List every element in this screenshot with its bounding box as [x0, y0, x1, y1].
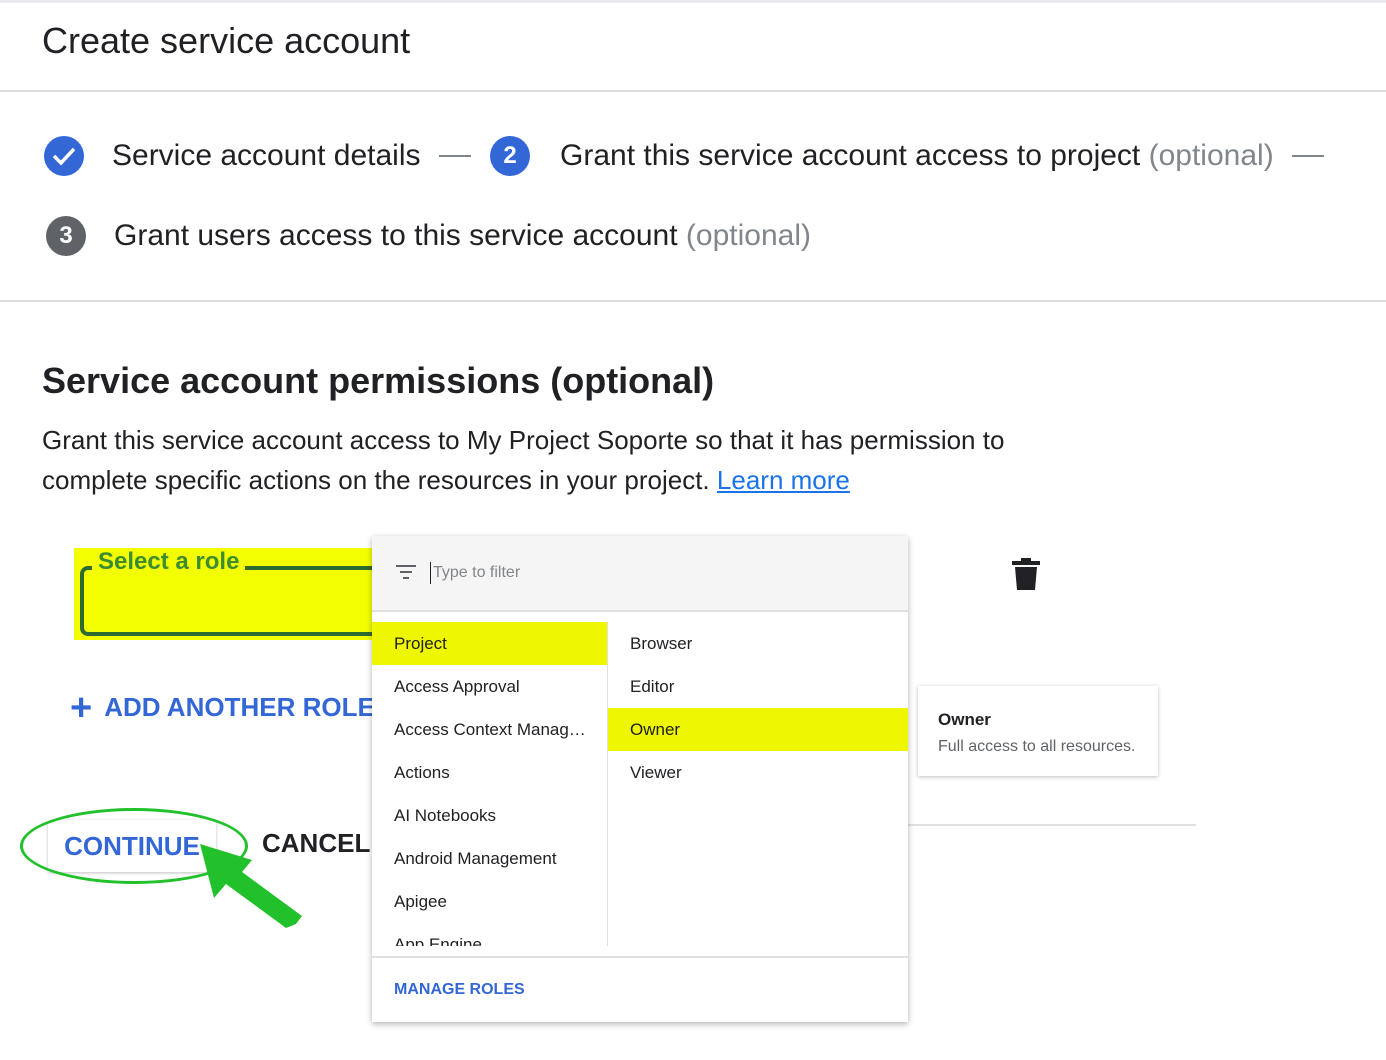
step-3[interactable]: 3 Grant users access to this service acc…	[46, 214, 811, 258]
tooltip-title: Owner	[938, 710, 991, 729]
header-divider	[0, 90, 1386, 92]
filter-icon	[396, 565, 416, 579]
manage-roles-button[interactable]: MANAGE ROLES	[372, 956, 908, 1022]
category-item[interactable]: Android Management	[372, 837, 607, 880]
tooltip-description: Full access to all resources.	[938, 738, 1136, 755]
role-select[interactable]	[80, 566, 390, 636]
category-item[interactable]: Apigee	[372, 880, 607, 923]
role-item[interactable]: Browser	[608, 622, 908, 665]
category-item[interactable]: Actions	[372, 751, 607, 794]
role-select-label: Select a role	[92, 548, 246, 576]
step-2-label: Grant this service account access to pro…	[560, 139, 1274, 172]
step-3-label: Grant users access to this service accou…	[114, 219, 811, 252]
plus-icon: +	[70, 686, 93, 729]
step-1-label: Service account details	[112, 139, 421, 172]
annotation-arrow-icon	[200, 844, 302, 928]
category-item[interactable]: Access Context Manag…	[372, 708, 607, 751]
step-1[interactable]: Service account details	[44, 134, 471, 178]
step-2[interactable]: 2 Grant this service account access to p…	[490, 134, 1324, 178]
category-list[interactable]: Project Access Approval Access Context Man…	[372, 622, 608, 946]
step-connector	[438, 155, 471, 157]
category-item[interactable]: Access Approval	[372, 665, 607, 708]
check-icon	[44, 136, 84, 176]
category-item[interactable]: AI Notebooks	[372, 794, 607, 837]
top-edge	[0, 0, 1386, 3]
role-item[interactable]: Viewer	[608, 751, 908, 794]
step-3-number: 3	[46, 216, 86, 256]
step-2-number: 2	[490, 136, 530, 176]
delete-icon[interactable]	[1012, 558, 1040, 590]
role-dropdown: Type to filter Project Access Approval Acc…	[372, 536, 908, 1022]
category-item[interactable]: Project	[372, 622, 607, 665]
category-item[interactable]: App Engine	[372, 923, 607, 947]
learn-more-link[interactable]: Learn more	[717, 465, 850, 495]
page-title: Create service account	[42, 20, 411, 61]
section-title: Service account permissions (optional)	[42, 360, 715, 401]
filter-input[interactable]: Type to filter	[430, 562, 520, 584]
role-tooltip: Owner Full access to all resources.	[918, 686, 1158, 776]
section-description: Grant this service account access to My …	[42, 425, 1005, 495]
add-another-role-label: ADD ANOTHER ROLE	[104, 692, 375, 722]
role-item[interactable]: Editor	[608, 665, 908, 708]
add-another-role-button[interactable]: + ADD ANOTHER ROLE	[70, 686, 375, 729]
step-connector	[1291, 155, 1324, 157]
role-list[interactable]: Browser Editor Owner Viewer	[608, 622, 908, 946]
stepper-divider	[0, 300, 1386, 302]
filter-bar: Type to filter	[372, 536, 908, 612]
role-item[interactable]: Owner	[608, 708, 908, 751]
